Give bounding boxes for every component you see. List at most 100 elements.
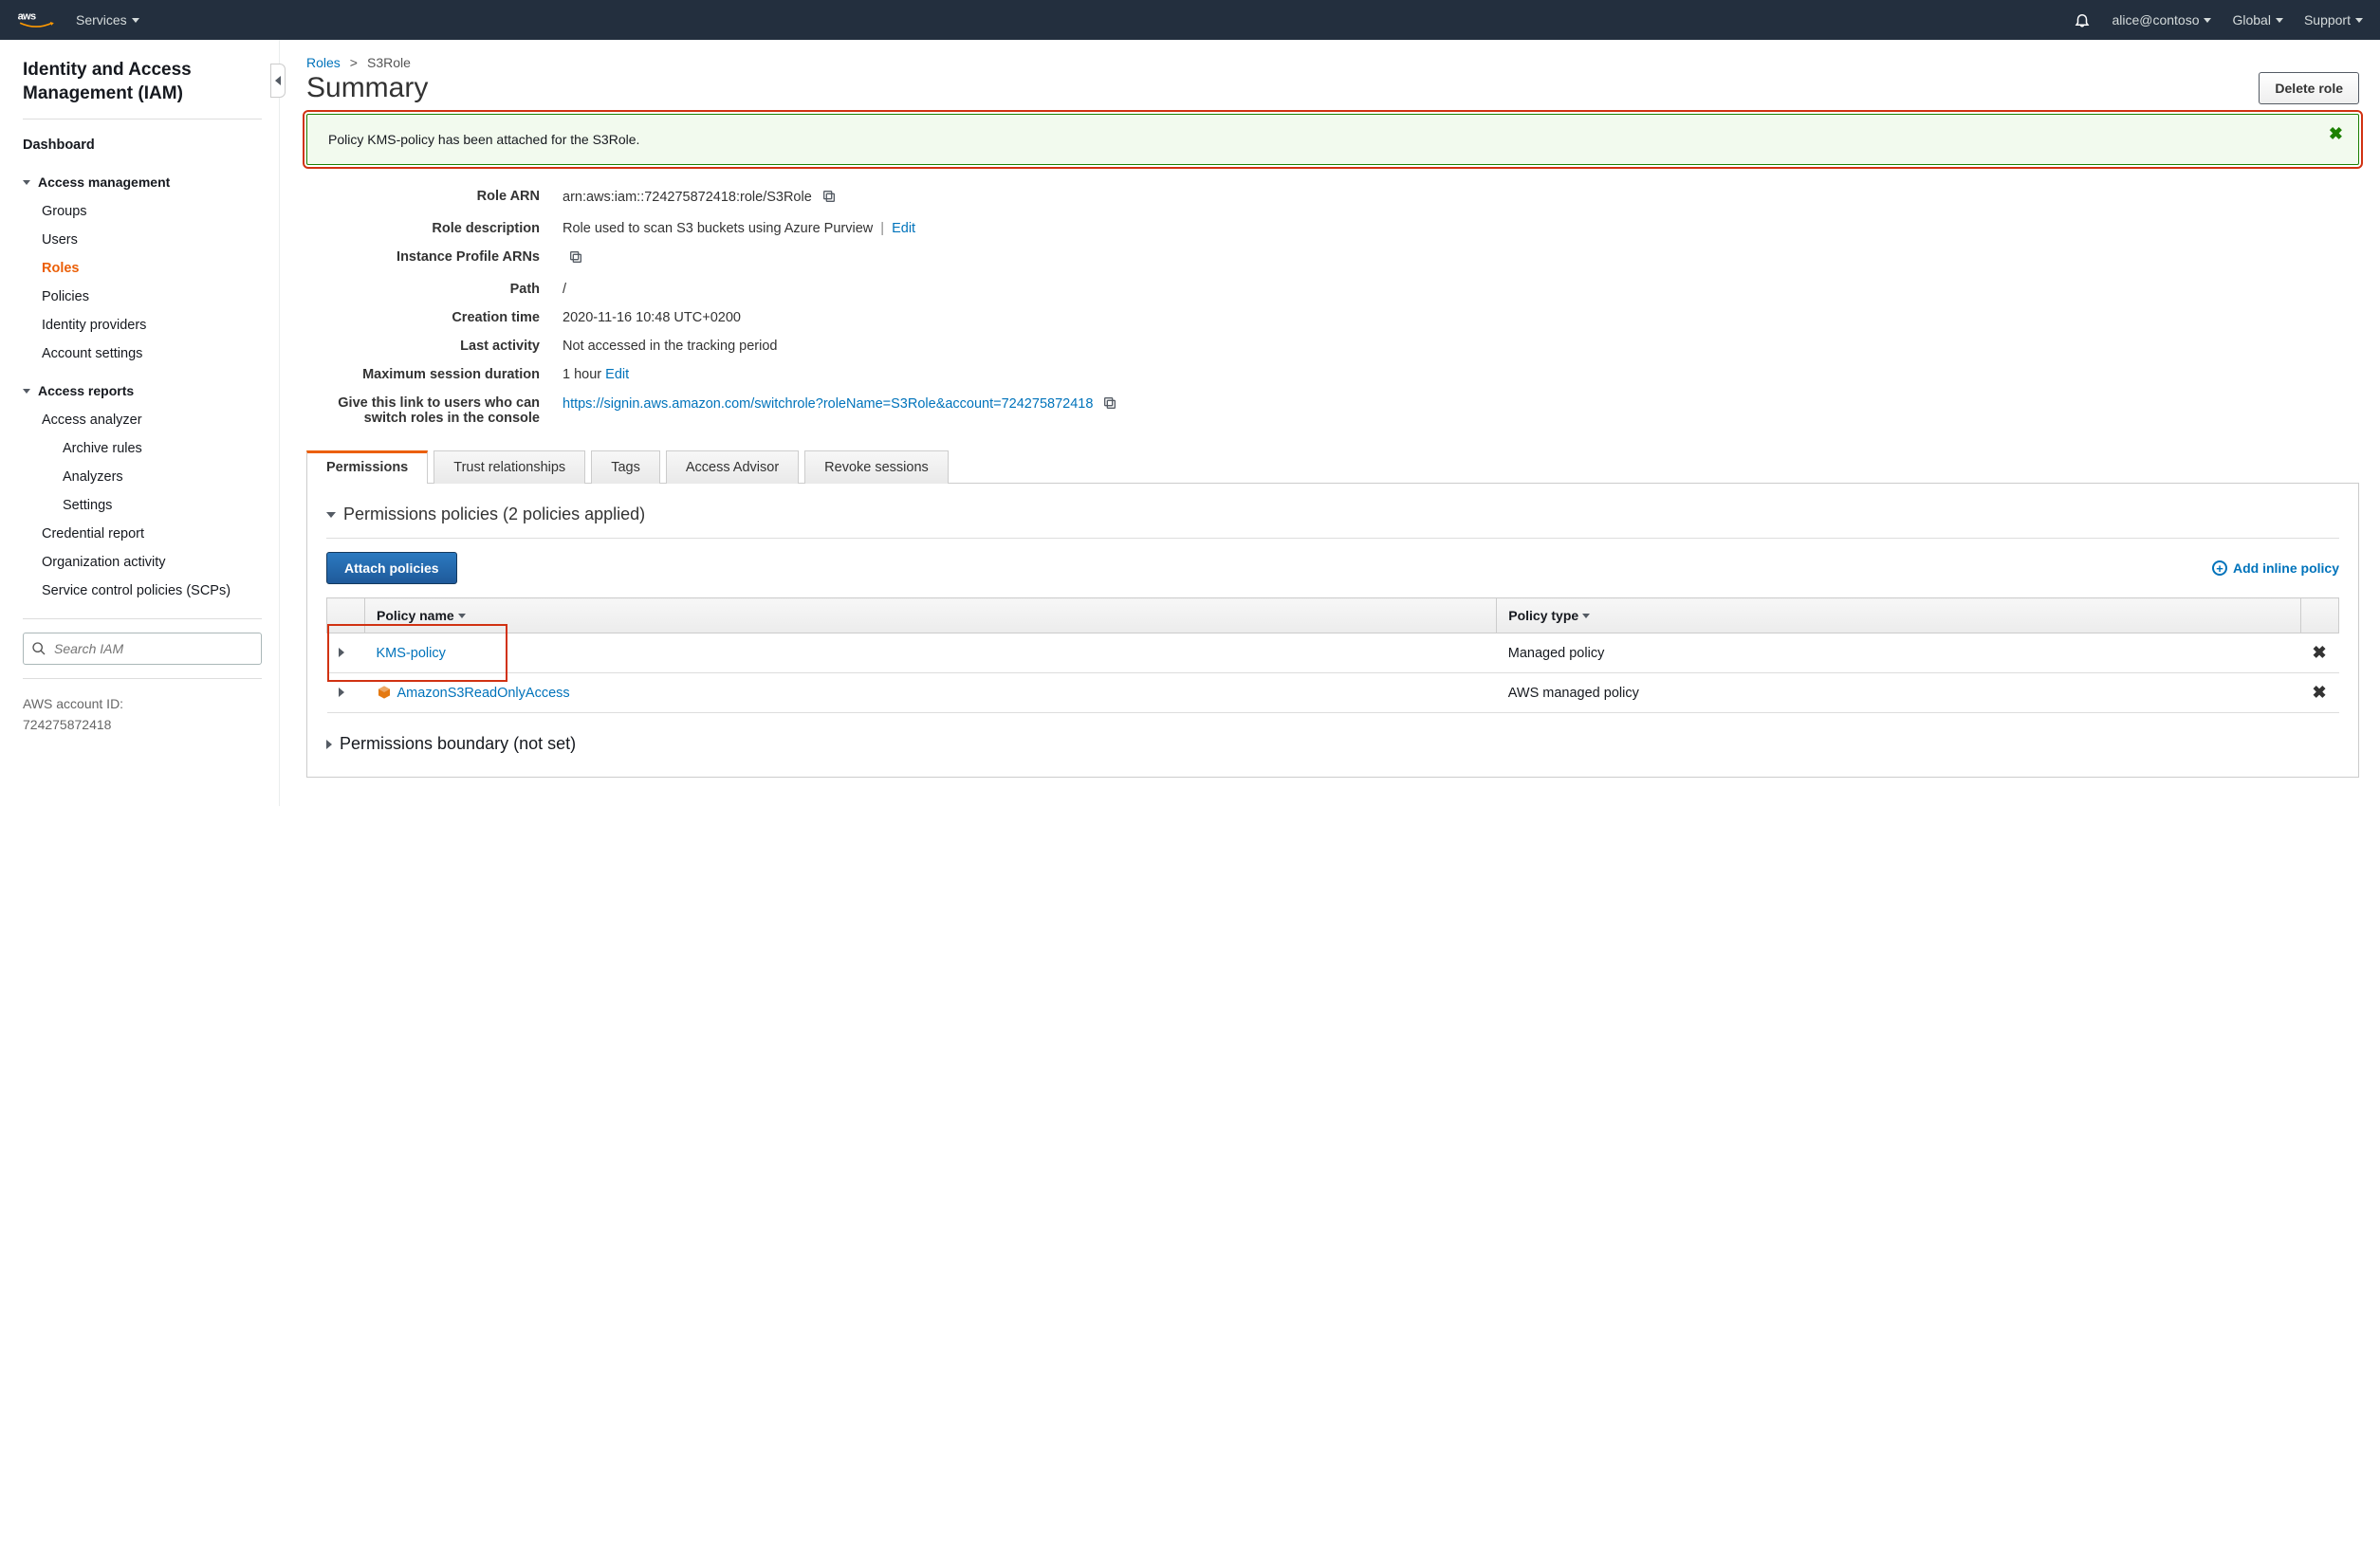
edit-description-link[interactable]: Edit: [892, 221, 915, 236]
policies-table: Policy name Policy type KMS-policy Manage…: [326, 597, 2339, 713]
sidebar-item-analyzers[interactable]: Analyzers: [23, 463, 262, 491]
label-last-activity: Last activity: [306, 339, 563, 354]
sidebar-item-scps[interactable]: Service control policies (SCPs): [23, 577, 262, 605]
label-role-description: Role description: [306, 221, 563, 236]
top-nav: aws Services alice@contoso Global Suppor…: [0, 0, 2380, 40]
remove-policy-icon[interactable]: ✖: [2313, 683, 2327, 702]
region-menu[interactable]: Global: [2232, 12, 2282, 28]
edit-session-duration-link[interactable]: Edit: [605, 367, 629, 382]
account-id-label: AWS account ID:: [23, 696, 262, 711]
success-alert: Policy KMS-policy has been attached for …: [306, 114, 2359, 165]
value-role-arn: arn:aws:iam::724275872418:role/S3Role: [563, 190, 812, 205]
policy-type: AWS managed policy: [1497, 673, 2301, 713]
caret-down-icon: [2276, 18, 2283, 23]
caret-down-icon: [23, 389, 30, 394]
attach-policies-button[interactable]: Attach policies: [326, 552, 457, 584]
sidebar-item-settings[interactable]: Settings: [23, 491, 262, 520]
caret-right-icon: [326, 740, 332, 749]
notifications-icon[interactable]: [2074, 11, 2091, 28]
sidebar-item-users[interactable]: Users: [23, 226, 262, 254]
account-id-value: 724275872418: [23, 717, 262, 732]
svg-text:aws: aws: [18, 10, 36, 22]
breadcrumb-sep: >: [350, 55, 358, 70]
col-policy-name[interactable]: Policy name: [365, 598, 1497, 633]
col-expand: [327, 598, 365, 633]
search-input[interactable]: [23, 633, 262, 665]
alert-message: Policy KMS-policy has been attached for …: [328, 132, 639, 147]
sidebar-item-account-settings[interactable]: Account settings: [23, 340, 262, 368]
sidebar-dashboard[interactable]: Dashboard: [23, 131, 262, 159]
table-row: KMS-policy Managed policy ✖: [327, 633, 2339, 673]
breadcrumb-roles[interactable]: Roles: [306, 55, 341, 70]
support-menu[interactable]: Support: [2304, 12, 2363, 28]
sidebar-item-organization-activity[interactable]: Organization activity: [23, 548, 262, 577]
copy-icon[interactable]: [821, 189, 837, 208]
switch-role-url[interactable]: https://signin.aws.amazon.com/switchrole…: [563, 396, 1093, 412]
policy-type: Managed policy: [1497, 633, 2301, 673]
sidebar-section-access-reports[interactable]: Access reports: [23, 376, 262, 406]
caret-down-icon: [326, 512, 336, 518]
sort-icon: [458, 614, 466, 618]
services-menu[interactable]: Services: [76, 12, 139, 28]
tab-trust-relationships[interactable]: Trust relationships: [434, 450, 585, 484]
label-max-session-duration: Maximum session duration: [306, 367, 563, 382]
caret-down-icon: [2355, 18, 2363, 23]
label-role-arn: Role ARN: [306, 189, 563, 204]
collapse-sidebar-button[interactable]: [270, 64, 286, 98]
value-role-description: Role used to scan S3 buckets using Azure…: [563, 221, 873, 236]
permissions-boundary-section-header[interactable]: Permissions boundary (not set): [326, 734, 2339, 754]
sidebar-item-credential-report[interactable]: Credential report: [23, 520, 262, 548]
sidebar-section-access-management[interactable]: Access management: [23, 167, 262, 197]
expand-row-icon[interactable]: [339, 688, 344, 697]
label-instance-profile-arns: Instance Profile ARNs: [306, 249, 563, 265]
col-policy-type[interactable]: Policy type: [1497, 598, 2301, 633]
search-icon: [31, 641, 46, 656]
table-row: AmazonS3ReadOnlyAccess AWS managed policy…: [327, 673, 2339, 713]
col-remove: [2301, 598, 2339, 633]
tab-permissions[interactable]: Permissions: [306, 450, 428, 484]
caret-down-icon: [2204, 18, 2211, 23]
permissions-policies-section-header[interactable]: Permissions policies (2 policies applied…: [326, 499, 2339, 539]
breadcrumb: Roles > S3Role: [306, 55, 2359, 70]
value-creation-time: 2020-11-16 10:48 UTC+0200: [563, 310, 2359, 325]
remove-policy-icon[interactable]: ✖: [2313, 643, 2327, 662]
breadcrumb-current: S3Role: [367, 55, 411, 70]
policy-name-link[interactable]: AmazonS3ReadOnlyAccess: [397, 686, 570, 701]
main-content: Roles > S3Role Summary Delete role Polic…: [280, 40, 2380, 806]
sidebar-search: [23, 633, 262, 665]
tab-access-advisor[interactable]: Access Advisor: [666, 450, 799, 484]
label-creation-time: Creation time: [306, 310, 563, 325]
plus-circle-icon: +: [2212, 560, 2227, 576]
sidebar-title: Identity and Access Management (IAM): [23, 59, 262, 119]
value-path: /: [563, 282, 2359, 297]
policy-name-link[interactable]: KMS-policy: [377, 646, 446, 661]
tab-tags[interactable]: Tags: [591, 450, 660, 484]
value-last-activity: Not accessed in the tracking period: [563, 339, 2359, 354]
role-properties: Role ARN arn:aws:iam::724275872418:role/…: [306, 182, 2359, 432]
tab-revoke-sessions[interactable]: Revoke sessions: [804, 450, 949, 484]
sidebar-item-roles[interactable]: Roles: [23, 254, 262, 283]
expand-row-icon[interactable]: [339, 648, 344, 657]
add-inline-policy-link[interactable]: + Add inline policy: [2212, 560, 2339, 576]
account-menu[interactable]: alice@contoso: [2112, 12, 2211, 28]
caret-down-icon: [132, 18, 139, 23]
sidebar: Identity and Access Management (IAM) Das…: [0, 40, 280, 806]
aws-logo[interactable]: aws: [17, 9, 55, 30]
label-switch-role-link: Give this link to users who canswitch ro…: [306, 395, 563, 426]
aws-cube-icon: [377, 685, 392, 700]
alert-close-icon[interactable]: ✖: [2329, 124, 2343, 144]
sidebar-item-groups[interactable]: Groups: [23, 197, 262, 226]
copy-icon[interactable]: [1102, 395, 1117, 414]
caret-down-icon: [23, 180, 30, 185]
delete-role-button[interactable]: Delete role: [2259, 72, 2359, 104]
page-title: Summary: [306, 72, 428, 104]
sidebar-item-identity-providers[interactable]: Identity providers: [23, 311, 262, 340]
label-path: Path: [306, 282, 563, 297]
tab-list: Permissions Trust relationships Tags Acc…: [306, 450, 2359, 484]
value-max-session-duration: 1 hour: [563, 367, 601, 382]
sidebar-item-access-analyzer[interactable]: Access analyzer: [23, 406, 262, 434]
sidebar-item-policies[interactable]: Policies: [23, 283, 262, 311]
sidebar-item-archive-rules[interactable]: Archive rules: [23, 434, 262, 463]
copy-icon[interactable]: [568, 249, 583, 268]
tab-panel-permissions: Permissions policies (2 policies applied…: [306, 484, 2359, 778]
